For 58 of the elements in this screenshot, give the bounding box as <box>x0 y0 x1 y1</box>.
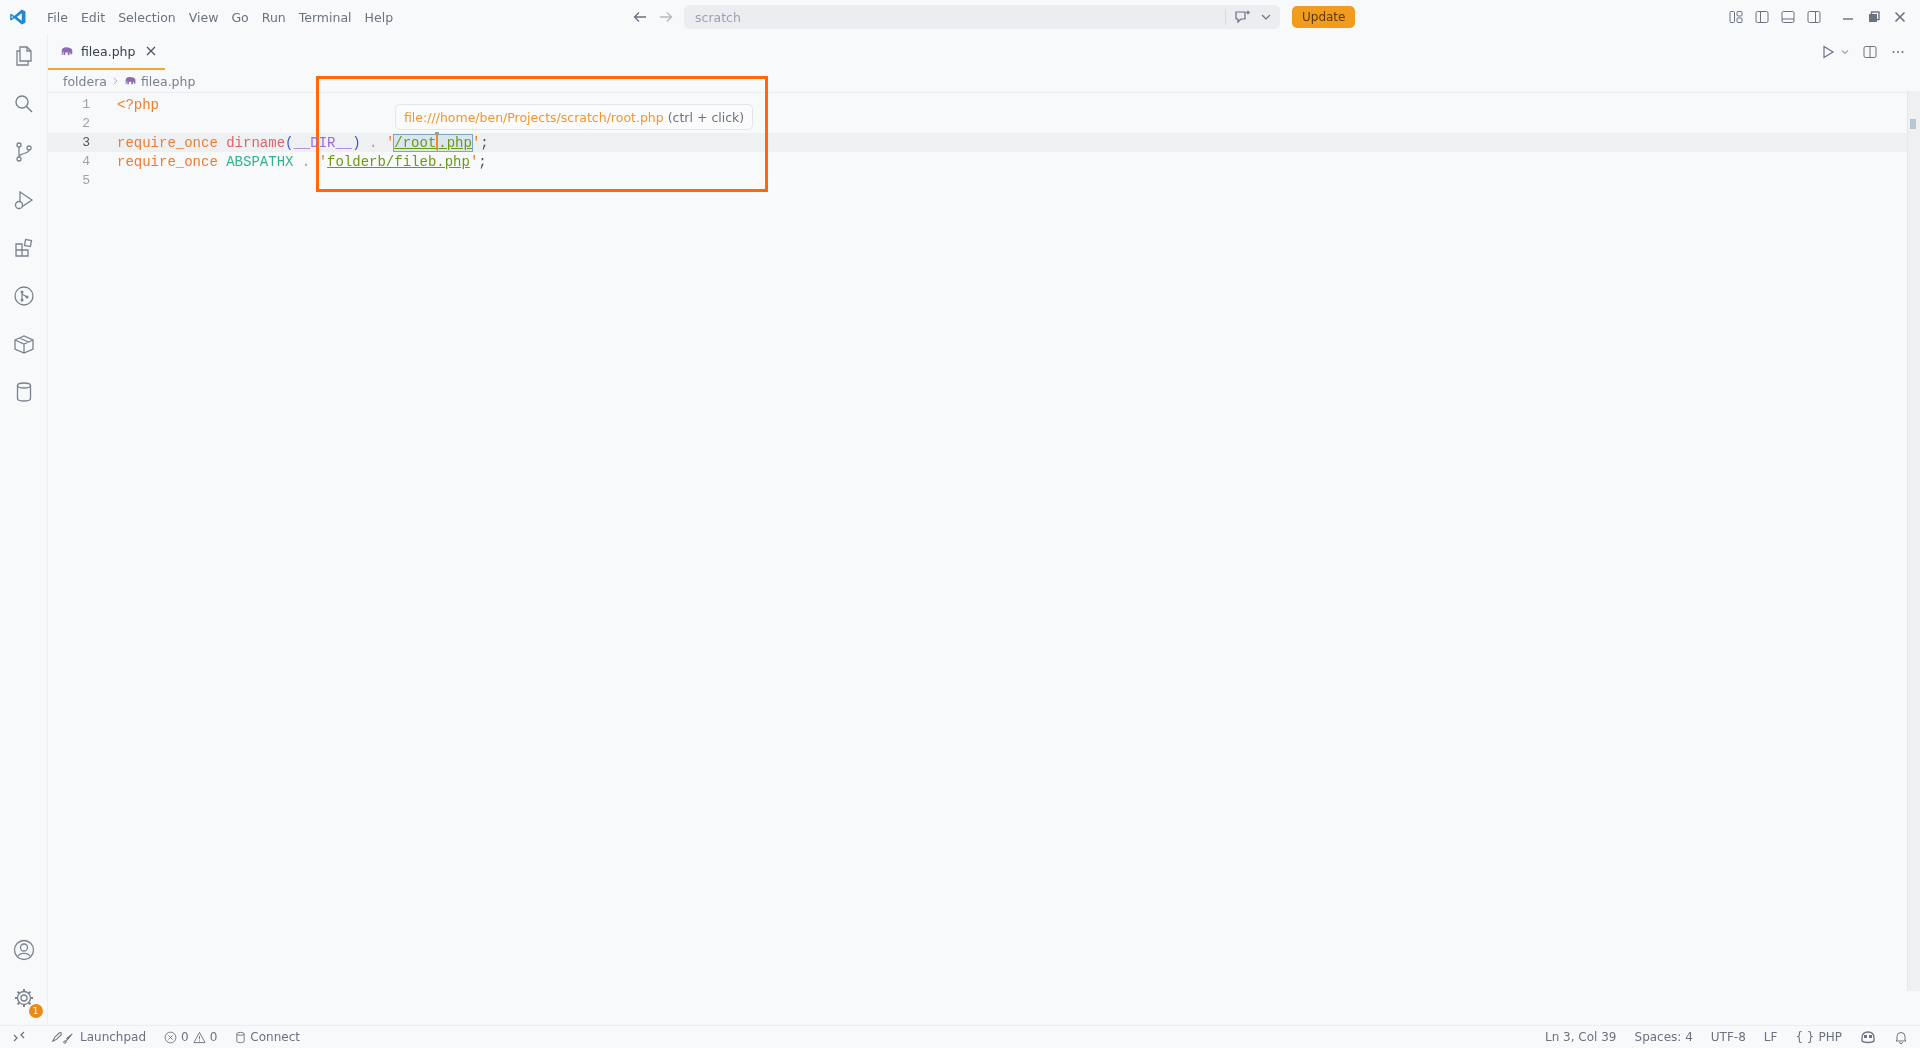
error-icon <box>164 1030 178 1044</box>
menu-item[interactable]: Edit <box>74 6 112 28</box>
tooltip-hint: (ctrl + click) <box>667 109 745 125</box>
elephant-icon <box>60 45 74 57</box>
code-line: require_once ABSPATHX . 'folderb/fileb.php'; <box>117 153 487 170</box>
line-ending[interactable]: LF <box>1763 1030 1778 1044</box>
line-number: 2 <box>81 116 91 131</box>
problems-item[interactable]: 0 0 <box>164 1030 218 1044</box>
launchpad-item[interactable]: Launchpad <box>50 1030 147 1044</box>
notification-badge: 1 <box>28 1004 43 1018</box>
connect-item[interactable]: Connect <box>235 1030 300 1044</box>
language-name: PHP <box>1818 1030 1842 1044</box>
menu-item[interactable]: Go <box>225 6 255 28</box>
copilot-icon[interactable] <box>1860 1030 1876 1044</box>
line-number: 5 <box>81 173 91 188</box>
menu-item[interactable]: View <box>182 6 225 28</box>
warning-icon <box>192 1030 206 1044</box>
elephant-icon <box>123 76 137 86</box>
update-button[interactable]: Update <box>1292 6 1356 28</box>
close-icon[interactable] <box>1892 9 1908 25</box>
breadcrumb-item[interactable]: filea.php <box>140 73 196 89</box>
menu-item[interactable]: Terminal <box>292 6 358 28</box>
chevron-down-icon[interactable] <box>1840 47 1850 57</box>
encoding[interactable]: UTF-8 <box>1710 1030 1746 1044</box>
notifications-bell-icon[interactable] <box>1894 1030 1908 1044</box>
menu-item[interactable]: Selection <box>112 6 182 28</box>
code-line: <?php <box>117 96 159 113</box>
toggle-sidebar-icon[interactable] <box>1754 9 1770 25</box>
split-editor-icon[interactable] <box>1862 44 1878 60</box>
menu-item[interactable]: File <box>41 6 74 28</box>
line-number: 4 <box>81 154 91 169</box>
database-icon <box>235 1030 247 1044</box>
indentation[interactable]: Spaces: 4 <box>1634 1030 1693 1044</box>
account-icon[interactable] <box>11 938 36 962</box>
git-graph-icon[interactable] <box>11 284 36 308</box>
menu-item[interactable]: Run <box>255 6 292 28</box>
menu-item[interactable]: Help <box>358 6 400 28</box>
warning-count: 0 <box>209 1030 218 1044</box>
chat-sparkle-icon[interactable] <box>1234 9 1252 25</box>
scrollbar[interactable] <box>1907 91 1920 991</box>
workspace-name: scratch <box>695 9 742 25</box>
run-icon[interactable] <box>1820 44 1836 60</box>
language-mode[interactable]: { } PHP <box>1795 1030 1842 1044</box>
breadcrumb-item[interactable]: foldera <box>63 73 107 89</box>
remote-icon[interactable] <box>12 1030 26 1044</box>
toggle-secondary-sidebar-icon[interactable] <box>1806 9 1822 25</box>
chevron-right-icon <box>110 76 120 86</box>
back-arrow-icon[interactable] <box>632 9 648 25</box>
error-count: 0 <box>181 1030 189 1044</box>
braces-glyph: { } <box>1795 1030 1815 1044</box>
app-logo-icon <box>9 8 27 26</box>
layout-customize-icon[interactable] <box>1728 9 1744 25</box>
cursor-position[interactable]: Ln 3, Col 39 <box>1545 1030 1617 1044</box>
close-icon[interactable] <box>145 45 157 57</box>
line-number: 1 <box>81 97 91 112</box>
restore-icon[interactable] <box>1866 9 1882 25</box>
toggle-panel-icon[interactable] <box>1780 9 1796 25</box>
line-number: 3 <box>81 135 91 150</box>
